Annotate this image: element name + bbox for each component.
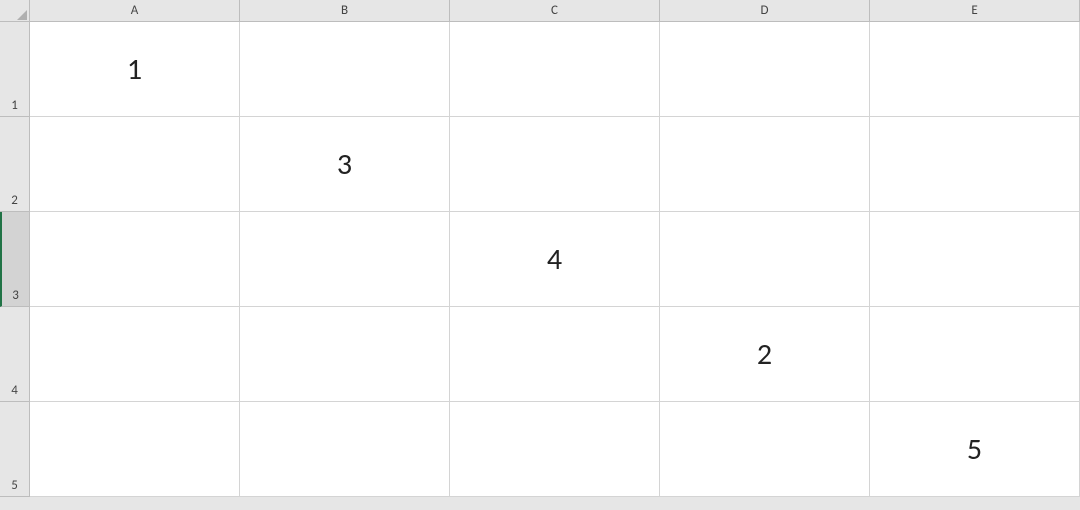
- column-header-b[interactable]: B: [240, 0, 450, 22]
- row-header-3[interactable]: 3: [0, 212, 30, 307]
- column-header-e[interactable]: E: [870, 0, 1080, 22]
- cell-c3[interactable]: 4: [450, 212, 660, 307]
- row-header-1[interactable]: 1: [0, 22, 30, 117]
- cell-d2[interactable]: [660, 117, 870, 212]
- cell-e3[interactable]: [870, 212, 1080, 307]
- cell-e2[interactable]: [870, 117, 1080, 212]
- cell-d4[interactable]: 2: [660, 307, 870, 402]
- cell-d3[interactable]: [660, 212, 870, 307]
- cell-a5[interactable]: [30, 402, 240, 497]
- cell-b5[interactable]: [240, 402, 450, 497]
- cell-c4[interactable]: [450, 307, 660, 402]
- row-header-4[interactable]: 4: [0, 307, 30, 402]
- spreadsheet-grid: A B C D E 1 1 2 3 3 4 4 2 5 5: [0, 0, 1080, 497]
- cell-b1[interactable]: [240, 22, 450, 117]
- cell-e5[interactable]: 5: [870, 402, 1080, 497]
- cell-c2[interactable]: [450, 117, 660, 212]
- cell-e4[interactable]: [870, 307, 1080, 402]
- cell-e1[interactable]: [870, 22, 1080, 117]
- cell-b4[interactable]: [240, 307, 450, 402]
- cell-c5[interactable]: [450, 402, 660, 497]
- cell-b3[interactable]: [240, 212, 450, 307]
- select-all-corner[interactable]: [0, 0, 30, 22]
- cell-a1[interactable]: 1: [30, 22, 240, 117]
- cell-b2[interactable]: 3: [240, 117, 450, 212]
- row-header-2[interactable]: 2: [0, 117, 30, 212]
- column-header-d[interactable]: D: [660, 0, 870, 22]
- select-all-triangle-icon: [17, 10, 27, 20]
- cell-a4[interactable]: [30, 307, 240, 402]
- column-header-a[interactable]: A: [30, 0, 240, 22]
- row-header-5[interactable]: 5: [0, 402, 30, 497]
- column-header-c[interactable]: C: [450, 0, 660, 22]
- cell-a2[interactable]: [30, 117, 240, 212]
- cell-d5[interactable]: [660, 402, 870, 497]
- cell-d1[interactable]: [660, 22, 870, 117]
- cell-c1[interactable]: [450, 22, 660, 117]
- cell-a3[interactable]: [30, 212, 240, 307]
